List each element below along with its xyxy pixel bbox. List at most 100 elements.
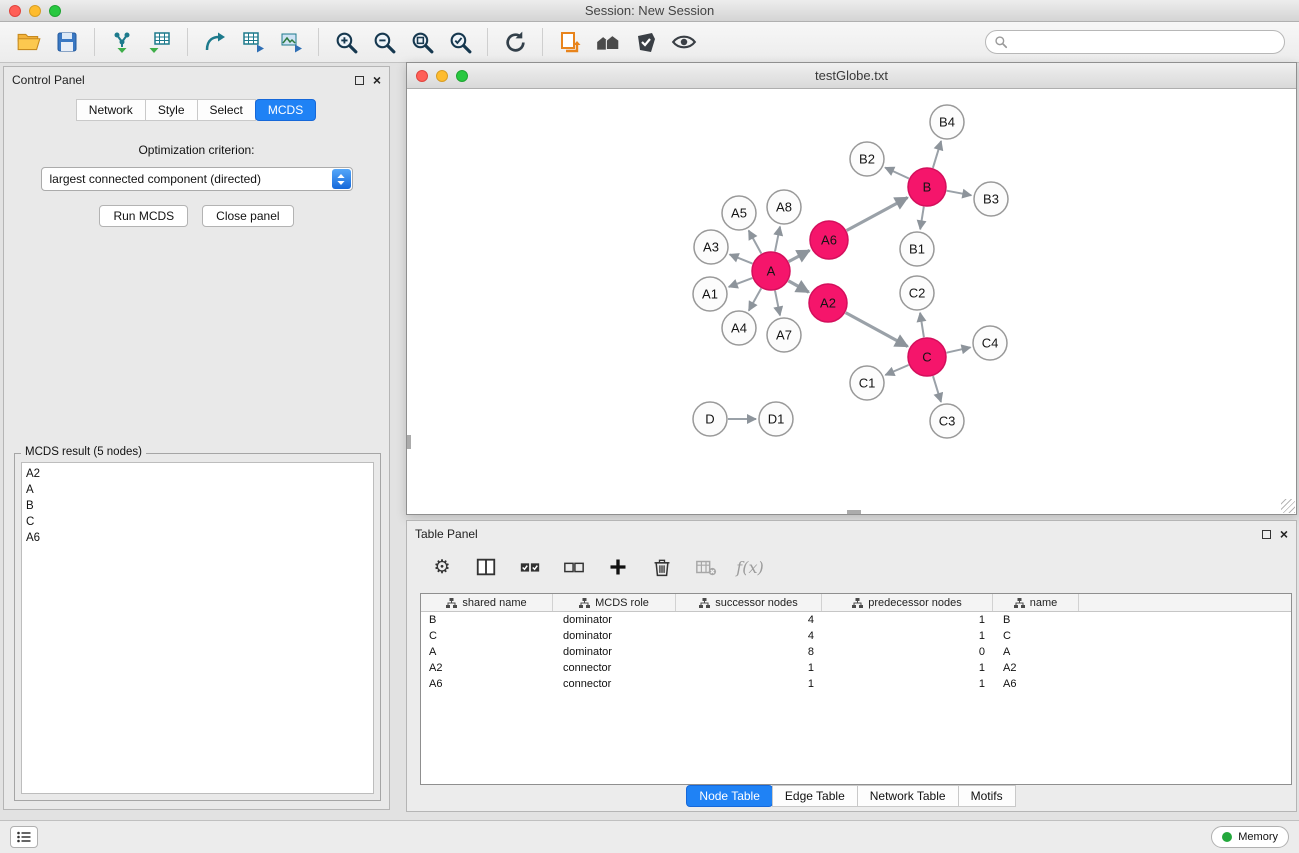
table-row[interactable]: A dominator 8 0 A <box>421 644 1291 660</box>
result-list-item[interactable]: A6 <box>26 530 373 546</box>
export-image-button[interactable] <box>272 25 310 59</box>
graph-node-C1[interactable]: C1 <box>850 366 884 400</box>
tab-network-table[interactable]: Network Table <box>857 785 959 807</box>
graph-node-C4[interactable]: C4 <box>973 326 1007 360</box>
graph-node-A2[interactable]: A2 <box>809 284 847 322</box>
tab-node-table[interactable]: Node Table <box>686 785 773 807</box>
scroll-indicator-vertical[interactable] <box>407 435 411 449</box>
graph-node-A6[interactable]: A6 <box>810 221 848 259</box>
graph-node-D[interactable]: D <box>693 402 727 436</box>
graph-edge-A-A1[interactable] <box>729 278 753 287</box>
graph-node-A3[interactable]: A3 <box>694 230 728 264</box>
search-input[interactable] <box>1013 35 1276 49</box>
import-table-button[interactable] <box>141 25 179 59</box>
zoom-selected-button[interactable] <box>441 25 479 59</box>
import-network-button[interactable] <box>103 25 141 59</box>
add-column-button[interactable] <box>603 553 633 581</box>
result-list-item[interactable]: A <box>26 482 373 498</box>
graph-node-B[interactable]: B <box>908 168 946 206</box>
close-table-panel-icon[interactable]: × <box>1280 527 1288 541</box>
table-row[interactable]: B dominator 4 1 B <box>421 612 1291 628</box>
graph-edge-C-C2[interactable] <box>920 313 924 337</box>
criterion-dropdown[interactable]: largest connected component (directed) <box>41 167 353 191</box>
tab-mcds[interactable]: MCDS <box>255 99 316 121</box>
mcds-result-list[interactable]: A2 A B C A6 <box>21 462 374 794</box>
function-builder-button[interactable]: f(x) <box>735 553 765 581</box>
scroll-indicator-horizontal[interactable] <box>847 510 861 514</box>
graph-edge-B-B1[interactable] <box>920 207 924 230</box>
show-hide-view-button[interactable] <box>665 25 703 59</box>
memory-button[interactable]: Memory <box>1211 826 1289 848</box>
close-panel-icon[interactable]: × <box>373 73 381 87</box>
result-list-item[interactable]: A2 <box>26 466 373 482</box>
graph-edge-A-A2[interactable] <box>788 281 808 292</box>
export-network-button[interactable] <box>196 25 234 59</box>
graph-node-C3[interactable]: C3 <box>930 404 964 438</box>
graph-edge-C-C3[interactable] <box>933 376 941 402</box>
graph-edge-C-C1[interactable] <box>885 365 908 375</box>
graph-node-B1[interactable]: B1 <box>900 232 934 266</box>
graph-node-A8[interactable]: A8 <box>767 190 801 224</box>
save-session-button[interactable] <box>48 25 86 59</box>
graph-edge-C-C4[interactable] <box>947 347 971 352</box>
float-panel-icon[interactable] <box>355 76 364 85</box>
refresh-view-button[interactable] <box>496 25 534 59</box>
graph-edge-A6-B[interactable] <box>847 198 908 231</box>
graph-edge-B-B4[interactable] <box>933 141 941 168</box>
tab-edge-table[interactable]: Edge Table <box>772 785 858 807</box>
tab-style[interactable]: Style <box>145 99 198 121</box>
table-row[interactable]: A6 connector 1 1 A6 <box>421 676 1291 692</box>
graph-node-B2[interactable]: B2 <box>850 142 884 176</box>
graph-node-D1[interactable]: D1 <box>759 402 793 436</box>
column-header-shared-name[interactable]: shared name <box>421 594 553 611</box>
zoom-fit-button[interactable] <box>403 25 441 59</box>
network-canvas[interactable]: B4 B2 B B3 A5 A8 A6 B1 A3 A A1 C2 A2 A4 A7 C C4 C1 C3 D D1 <box>407 89 1296 514</box>
zoom-out-button[interactable] <box>365 25 403 59</box>
tab-select[interactable]: Select <box>197 99 256 121</box>
graph-node-C[interactable]: C <box>908 338 946 376</box>
zoom-in-button[interactable] <box>327 25 365 59</box>
column-header-successor-nodes[interactable]: successor nodes <box>676 594 822 611</box>
table-settings-button[interactable]: ⚙ <box>427 553 457 581</box>
graph-node-B3[interactable]: B3 <box>974 182 1008 216</box>
graph-node-B4[interactable]: B4 <box>930 105 964 139</box>
network-overview-button[interactable] <box>589 25 627 59</box>
graphics-details-button[interactable] <box>627 25 665 59</box>
tab-network[interactable]: Network <box>76 99 146 121</box>
column-header-name[interactable]: name <box>993 594 1079 611</box>
graph-edge-A-A3[interactable] <box>730 254 753 263</box>
table-row[interactable]: C dominator 4 1 C <box>421 628 1291 644</box>
column-browser-button[interactable] <box>471 553 501 581</box>
graph-edge-A-A6[interactable] <box>789 250 810 261</box>
float-table-panel-icon[interactable] <box>1262 530 1271 539</box>
search-box[interactable] <box>985 30 1285 54</box>
graph-edge-A-A4[interactable] <box>749 288 761 310</box>
column-header-predecessor-nodes[interactable]: predecessor nodes <box>822 594 993 611</box>
graph-edge-A-A7[interactable] <box>775 291 780 316</box>
run-mcds-button[interactable]: Run MCDS <box>99 205 188 227</box>
graph-edge-A-A5[interactable] <box>749 231 762 254</box>
export-table-button[interactable] <box>234 25 272 59</box>
graph-node-A4[interactable]: A4 <box>722 311 756 345</box>
task-history-button[interactable] <box>10 826 38 848</box>
column-header-mcds-role[interactable]: MCDS role <box>553 594 676 611</box>
window-resize-grip[interactable] <box>1281 499 1295 513</box>
graph-node-A[interactable]: A <box>752 252 790 290</box>
graph-node-A7[interactable]: A7 <box>767 318 801 352</box>
result-list-item[interactable]: B <box>26 498 373 514</box>
graph-edge-A2-C[interactable] <box>846 313 908 347</box>
delete-table-button[interactable] <box>691 553 721 581</box>
graph-edge-B-B2[interactable] <box>885 168 909 179</box>
graph-node-A5[interactable]: A5 <box>722 196 756 230</box>
result-list-item[interactable]: C <box>26 514 373 530</box>
close-panel-button[interactable]: Close panel <box>202 205 293 227</box>
graph-edge-A-A8[interactable] <box>775 227 780 252</box>
network-canvas-area[interactable]: B4 B2 B B3 A5 A8 A6 B1 A3 A A1 C2 A2 A4 A7 C C4 C1 C3 D D1 <box>407 89 1296 514</box>
select-all-rows-button[interactable] <box>515 553 545 581</box>
open-session-button[interactable] <box>10 25 48 59</box>
graph-node-C2[interactable]: C2 <box>900 276 934 310</box>
graph-node-A1[interactable]: A1 <box>693 277 727 311</box>
graph-edge-B-B3[interactable] <box>947 191 972 196</box>
delete-column-button[interactable] <box>647 553 677 581</box>
deselect-all-rows-button[interactable] <box>559 553 589 581</box>
